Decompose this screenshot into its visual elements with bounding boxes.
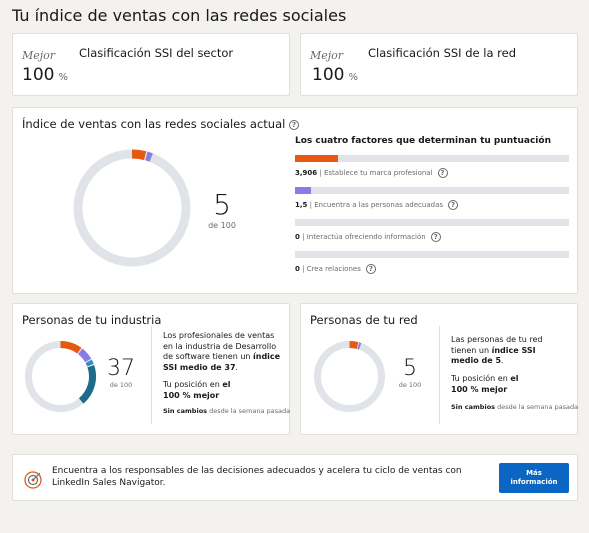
factor-bar-track [295,251,569,258]
target-icon [24,471,42,489]
industry-change: Sin cambios desde la semana pasada [163,407,291,415]
industry-description: Los profesionales de ventas en la indust… [163,331,281,372]
factor-bar-track [295,187,569,194]
factor-value: 1,5 [295,201,308,209]
industry-rank-title: Clasificación SSI del sector [79,46,234,60]
industry-divider [151,326,152,424]
factor-label: 0 | Interactúa ofreciendo información? [295,232,441,242]
help-icon[interactable]: ? [365,264,376,274]
donut-segment [145,151,153,162]
help-icon[interactable]: ? [288,119,299,130]
donut-track [314,341,385,412]
help-icon[interactable]: ? [430,232,441,242]
current-ssi-title: Índice de ventas con las redes sociales … [22,117,299,131]
factor-label: 1,5 | Encuentra a las personas adecuadas… [295,200,459,210]
donut-segment [77,348,92,363]
factor-name: Interactúa ofreciendo información [306,233,426,241]
factor-label: 3,906 | Establece tu marca profesional? [295,168,448,178]
network-rank-title: Clasificación SSI de la red [368,46,516,60]
network-change: Sin cambios desde la semana pasada [451,403,579,411]
donut-track [73,149,191,267]
factor-bar-fill [295,187,312,194]
network-description: Las personas de tu red tienen un índice … [451,335,543,365]
industry-rank-value: 100% [22,65,68,85]
industry-donut [25,341,96,412]
factor-name: Encuentra a las personas adecuadas [314,201,444,209]
factor-bar-fill [295,155,338,162]
donut-segment [131,149,147,161]
help-icon[interactable]: ? [437,168,448,178]
industry-of: de 100 [109,381,133,389]
donut-segment [85,359,94,367]
factors-title: Los cuatro factores que determinan tu pu… [295,136,551,146]
page-title: Tu índice de ventas con las redes social… [12,6,347,25]
current-ssi-donut [73,149,191,267]
promo-text: Encuentra a los responsables de las deci… [52,466,462,488]
donut-segment [60,341,82,354]
network-title: Personas de tu red [310,313,418,327]
industry-score: 37 [107,356,135,381]
industry-title: Personas de tu industria [22,313,162,327]
network-donut [314,341,385,412]
factor-bar-track [295,155,569,162]
current-ssi-score: 5 [213,188,231,221]
network-score: 5 [403,356,417,381]
network-rank-best: Mejor [310,49,344,62]
donut-segment [349,341,359,349]
network-divider [439,326,440,424]
industry-rank-best: Mejor [22,49,56,62]
current-ssi-of: de 100 [208,221,236,230]
factor-value: 3,906 [295,169,318,177]
network-position: Tu posición en el 100 % mejor [451,374,519,394]
factor-name: Establece tu marca profesional [323,169,433,177]
help-icon[interactable]: ? [448,200,459,210]
donut-segment [357,342,362,350]
factor-label: 0 | Crea relaciones? [295,264,376,274]
factor-name: Crea relaciones [306,265,361,273]
network-rank-value: 100% [312,65,358,85]
more-info-button[interactable]: Más información [499,463,569,493]
industry-position: Tu posición en el 100 % mejor [163,380,231,400]
network-of: de 100 [398,381,422,389]
donut-segment [78,365,96,404]
factor-bar-track [295,219,569,226]
